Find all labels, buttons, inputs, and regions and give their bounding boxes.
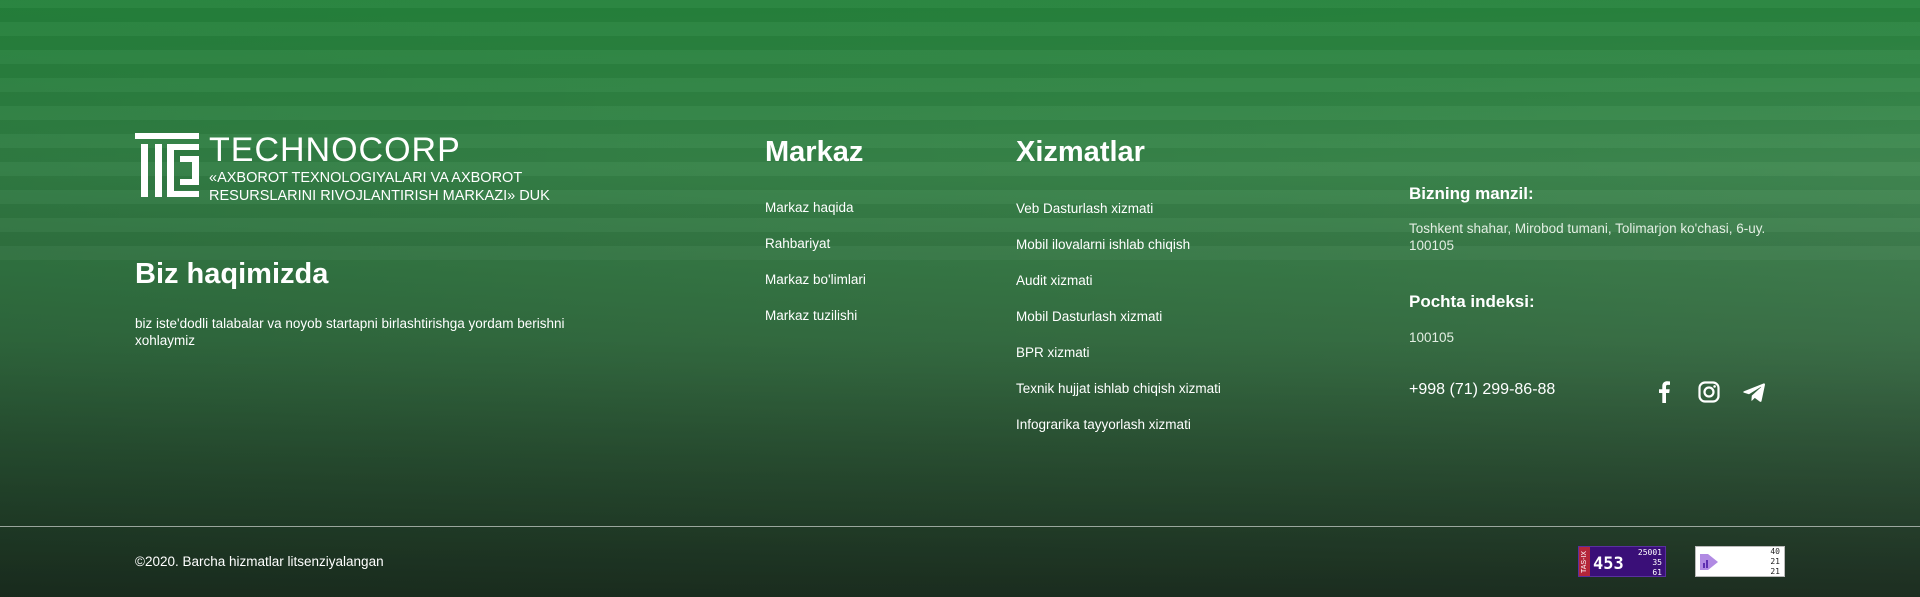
facebook-icon[interactable] [1652, 380, 1676, 404]
about-title: Biz haqimizda [135, 258, 329, 290]
xizmat-link-infograrika[interactable]: Infograrika tayyorlash xizmati [1016, 417, 1191, 432]
logo-subtitle-line2: RESURSLARINI RIVOJLANTIRISH MARKAZI» DUK [209, 188, 550, 204]
stats-counter-badge[interactable]: 40 21 21 [1695, 546, 1785, 577]
footer: TECHNOCORP «AXBOROT TEXNOLOGIYALARI VA A… [0, 0, 1920, 597]
list-item[interactable]: BPR xizmati [1016, 343, 1221, 379]
instagram-icon[interactable] [1697, 380, 1721, 404]
list-item[interactable]: Markaz bo'limlari [765, 270, 866, 306]
phone-number[interactable]: +998 (71) 299-86-88 [1409, 381, 1555, 399]
tasix-counter-badge[interactable]: TAS-IX 453 25001 35 61 [1578, 546, 1666, 577]
stats-count-3: 21 [1770, 567, 1780, 576]
list-item[interactable]: Infograrika tayyorlash xizmati [1016, 415, 1221, 451]
list-item[interactable]: Mobil ilovalarni ishlab chiqish [1016, 235, 1221, 271]
postal-title: Pochta indeksi: [1409, 292, 1535, 311]
tasix-big-count: 453 [1593, 554, 1624, 574]
xizmat-link-mobil-dasturlash[interactable]: Mobil Dasturlash xizmati [1016, 309, 1162, 324]
social-links [1652, 380, 1787, 404]
footer-divider [0, 526, 1920, 527]
xizmatlar-links: Veb Dasturlash xizmati Mobil ilovalarni … [1016, 199, 1221, 451]
xizmat-link-audit[interactable]: Audit xizmati [1016, 273, 1093, 288]
address-title: Bizning manzil: [1409, 184, 1534, 203]
logo-text: TECHNOCORP «AXBOROT TEXNOLOGIYALARI VA A… [209, 133, 550, 205]
markaz-title: Markaz [765, 136, 864, 168]
xizmat-link-bpr[interactable]: BPR xizmati [1016, 345, 1090, 360]
list-item[interactable]: Rahbariyat [765, 234, 866, 270]
about-text: biz iste'dodli talabalar va noyob starta… [135, 316, 565, 348]
markaz-link-bolimlari[interactable]: Markaz bo'limlari [765, 272, 866, 287]
postal-code: 100105 [1409, 330, 1455, 345]
copyright: ©2020. Barcha hizmatlar litsenziyalangan [135, 554, 384, 569]
markaz-link-haqida[interactable]: Markaz haqida [765, 200, 854, 215]
logo-subtitle-line1: «AXBOROT TEXNOLOGIYALARI VA AXBOROT [209, 170, 523, 186]
tasix-count-3: 61 [1652, 568, 1662, 577]
logo[interactable]: TECHNOCORP «AXBOROT TEXNOLOGIYALARI VA A… [135, 133, 550, 205]
logo-brand: TECHNOCORP [209, 131, 461, 169]
markaz-links: Markaz haqida Rahbariyat Markaz bo'limla… [765, 198, 866, 342]
xizmat-link-veb[interactable]: Veb Dasturlash xizmati [1016, 201, 1153, 216]
stats-count-2: 21 [1770, 557, 1780, 566]
stats-bar-icon [1696, 547, 1722, 576]
tasix-count-1: 25001 [1637, 548, 1662, 557]
markaz-link-tuzilishi[interactable]: Markaz tuzilishi [765, 308, 857, 323]
markaz-link-rahbariyat[interactable]: Rahbariyat [765, 236, 830, 251]
xizmatlar-title: Xizmatlar [1016, 136, 1145, 168]
xizmat-link-texnik-hujjat[interactable]: Texnik hujjat ishlab chiqish xizmati [1016, 381, 1221, 396]
list-item[interactable]: Veb Dasturlash xizmati [1016, 199, 1221, 235]
list-item[interactable]: Mobil Dasturlash xizmati [1016, 307, 1221, 343]
list-item[interactable]: Markaz tuzilishi [765, 306, 866, 342]
telegram-icon[interactable] [1742, 380, 1766, 404]
technocorp-logo-icon [135, 133, 199, 197]
tasix-small-counts: 25001 35 61 [1637, 547, 1665, 577]
address-text: Toshkent shahar, Mirobod tumani, Tolimar… [1409, 221, 1766, 253]
list-item[interactable]: Markaz haqida [765, 198, 866, 234]
tasix-tag: TAS-IX [1579, 547, 1590, 576]
tasix-count-2: 35 [1652, 558, 1662, 567]
list-item[interactable]: Audit xizmati [1016, 271, 1221, 307]
stats-count-1: 40 [1770, 547, 1780, 556]
stats-small-counts: 40 21 21 [1770, 547, 1784, 576]
list-item[interactable]: Texnik hujjat ishlab chiqish xizmati [1016, 379, 1221, 415]
xizmat-link-mobil-ilovalar[interactable]: Mobil ilovalarni ishlab chiqish [1016, 237, 1190, 252]
